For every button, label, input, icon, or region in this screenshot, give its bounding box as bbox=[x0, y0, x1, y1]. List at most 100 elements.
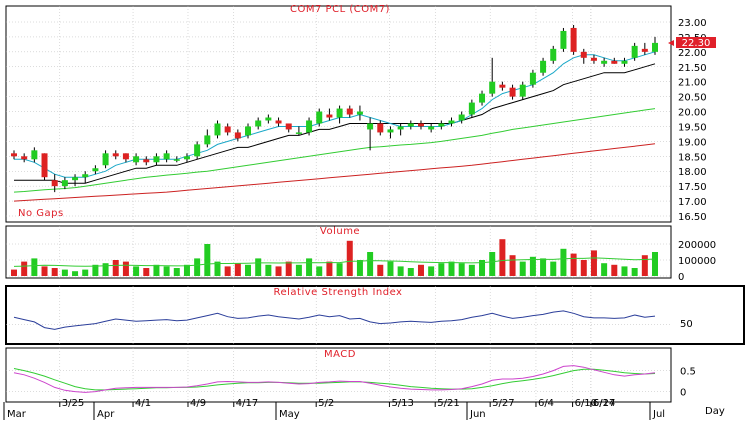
candle-body bbox=[641, 48, 648, 52]
candle-body bbox=[611, 60, 618, 64]
volume-bar bbox=[183, 264, 190, 276]
candle-body bbox=[387, 129, 394, 133]
candle-body bbox=[72, 177, 79, 181]
x-date-label: 5/2 bbox=[318, 398, 334, 409]
volume-bar bbox=[356, 260, 363, 276]
volume-bar bbox=[326, 261, 333, 276]
volume-bar bbox=[173, 268, 180, 276]
candle-body bbox=[621, 60, 628, 64]
volume-bar bbox=[397, 266, 404, 276]
volume-bar bbox=[194, 258, 201, 276]
volume-bar bbox=[295, 264, 302, 276]
price-tick-label: 23.00 bbox=[678, 18, 707, 29]
candle-body bbox=[570, 27, 577, 52]
candle-body bbox=[407, 123, 414, 127]
candle-body bbox=[356, 111, 363, 115]
volume-bar bbox=[336, 263, 343, 276]
x-month-label: Mar bbox=[7, 409, 27, 420]
volume-bar bbox=[590, 250, 597, 276]
price-tick-label: 21.50 bbox=[678, 63, 707, 74]
candle-body bbox=[204, 135, 211, 145]
volume-bar bbox=[428, 266, 435, 276]
candle-body bbox=[11, 153, 17, 157]
price-tick-label: 21.00 bbox=[678, 78, 707, 89]
rsi-panel: Relative Strength Index 50 bbox=[5, 285, 745, 345]
candle-body bbox=[590, 57, 597, 61]
price-tick-label: 17.50 bbox=[678, 182, 707, 193]
rsi-tick-50: 50 bbox=[680, 319, 693, 330]
x-month-label: Apr bbox=[97, 409, 115, 420]
rsi-label: Relative Strength Index bbox=[274, 287, 403, 298]
volume-bar bbox=[72, 271, 79, 276]
volume-bar bbox=[285, 261, 292, 276]
volume-bar bbox=[306, 258, 313, 276]
volume-tick-label: 100000 bbox=[678, 256, 716, 267]
x-date-label: 5/21 bbox=[437, 398, 459, 409]
macd-tick-label: 0 bbox=[680, 388, 686, 399]
volume-bar bbox=[417, 264, 424, 276]
candle-body bbox=[31, 150, 38, 160]
last-price-label: 22.30 bbox=[682, 38, 711, 49]
volume-bar bbox=[580, 260, 587, 276]
candle-body bbox=[550, 48, 557, 61]
macd-panel: MACD 0.5 0 bbox=[5, 347, 696, 403]
price-tick-label: 19.50 bbox=[678, 122, 707, 133]
candle-body bbox=[234, 132, 241, 139]
price-tick-label: 20.00 bbox=[678, 108, 707, 119]
candle-body bbox=[336, 108, 343, 118]
volume-bar bbox=[611, 264, 618, 276]
macd-tick-label: 0.5 bbox=[680, 367, 696, 378]
x-date-label: 6/4 bbox=[538, 398, 554, 409]
volume-panel: Volume 200000 100000 0 bbox=[5, 225, 716, 283]
x-date-label: 6/24 bbox=[593, 398, 615, 409]
volume-bar bbox=[631, 268, 638, 276]
volume-bar bbox=[122, 261, 129, 276]
volume-bar bbox=[61, 269, 68, 276]
candle-body bbox=[143, 159, 150, 163]
chart-title: COM7 PCL (COM7) bbox=[290, 4, 390, 15]
candle-body bbox=[468, 102, 475, 115]
candle-body bbox=[173, 159, 180, 161]
candle-body bbox=[61, 180, 68, 187]
stock-chart: COM7 PCL (COM7) No Gaps 16.50 17.00 17.50 1… bbox=[0, 0, 750, 422]
volume-bar bbox=[133, 266, 140, 276]
candle-body bbox=[153, 156, 160, 163]
no-gaps-note: No Gaps bbox=[18, 208, 64, 219]
candle-body bbox=[448, 120, 455, 124]
price-tick-label: 18.50 bbox=[678, 152, 707, 163]
candle-body bbox=[295, 132, 302, 134]
price-tick-label: 16.50 bbox=[678, 212, 707, 223]
candle-body bbox=[397, 126, 404, 130]
volume-bar bbox=[41, 266, 48, 276]
candle-body bbox=[601, 60, 608, 64]
candle-body bbox=[326, 114, 333, 118]
volume-bar bbox=[519, 261, 526, 276]
candle-body bbox=[428, 126, 435, 130]
volume-bar bbox=[560, 248, 567, 276]
volume-bar bbox=[621, 266, 628, 276]
candle-body bbox=[82, 174, 89, 178]
x-date-label: 4/17 bbox=[236, 398, 258, 409]
volume-bar bbox=[641, 255, 648, 276]
price-tick-label: 19.00 bbox=[678, 137, 707, 148]
volume-bar bbox=[275, 266, 282, 276]
candle-body bbox=[540, 60, 547, 73]
candle-body bbox=[214, 123, 221, 136]
volume-bar bbox=[448, 261, 455, 276]
candle-body bbox=[265, 117, 272, 121]
candle-body bbox=[194, 144, 201, 157]
x-month-label: Jun bbox=[469, 409, 486, 420]
candle-body bbox=[51, 180, 58, 187]
volume-bar bbox=[102, 263, 109, 276]
volume-bar bbox=[652, 252, 658, 276]
x-date-label: 5/27 bbox=[492, 398, 514, 409]
macd-label: MACD bbox=[324, 349, 356, 360]
volume-bar bbox=[51, 268, 58, 276]
volume-bar bbox=[570, 253, 577, 276]
candle-body bbox=[224, 126, 231, 133]
x-date-label: 4/9 bbox=[190, 398, 206, 409]
volume-bar bbox=[601, 263, 608, 276]
candle-body bbox=[377, 123, 384, 133]
x-date-label: 4/1 bbox=[135, 398, 151, 409]
volume-bar bbox=[245, 264, 252, 276]
